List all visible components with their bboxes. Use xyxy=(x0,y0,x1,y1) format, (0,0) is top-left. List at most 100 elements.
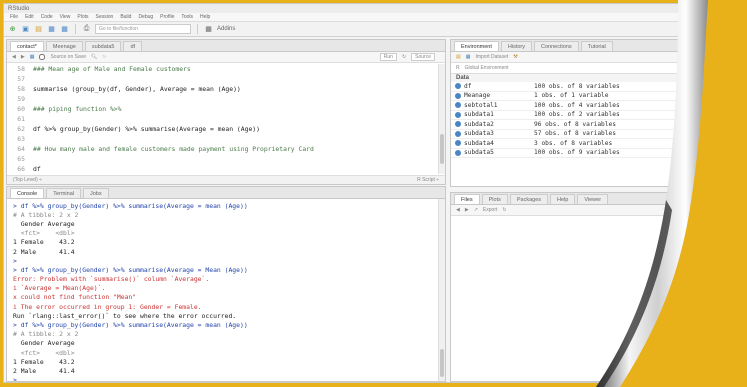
menu-item[interactable]: Session xyxy=(96,14,114,20)
save-all-icon[interactable]: ▦ xyxy=(60,25,69,34)
menu-item[interactable]: View xyxy=(60,14,71,20)
editor-tab[interactable]: subdata5 xyxy=(84,41,122,51)
menu-item[interactable]: Tools xyxy=(181,14,193,20)
menu-item[interactable]: Plots xyxy=(77,14,88,20)
code-line[interactable]: 65 xyxy=(7,154,445,164)
print-icon[interactable]: ⎙ xyxy=(82,25,91,34)
environment-row[interactable]: subdata2 96 obs. of 8 variables xyxy=(451,120,687,130)
console-line: # A tibble: 2 x 2 xyxy=(13,210,79,219)
environment-toolbar: ▤ ▦ Import Dataset ⚒ xyxy=(451,52,687,63)
code-line[interactable]: 57 xyxy=(7,74,445,84)
console-scroll-thumb[interactable] xyxy=(440,349,444,377)
forward-arrow-icon[interactable]: ▶ xyxy=(21,54,25,60)
dataframe-icon[interactable] xyxy=(455,102,461,109)
refresh-icon[interactable]: ↻ xyxy=(502,207,506,213)
forward-arrow-icon[interactable]: ▶ xyxy=(465,207,469,213)
run-button[interactable]: Run xyxy=(379,53,397,61)
menu-item[interactable]: Code xyxy=(41,14,53,20)
code-line[interactable]: 58 ### Mean age of Male and Female custom… xyxy=(7,64,445,74)
environment-row[interactable]: subdata1 100 obs. of 2 variables xyxy=(451,111,687,120)
global-environment-select[interactable]: Global Environment xyxy=(465,65,509,71)
save-icon[interactable]: ▦ xyxy=(47,25,56,34)
back-arrow-icon[interactable]: ◀ xyxy=(12,54,16,60)
console-tab[interactable]: Terminal xyxy=(46,188,81,198)
code-editor[interactable]: 58 ### Mean age of Male and Female custom… xyxy=(7,63,445,185)
environment-row[interactable]: df 100 obs. of 8 variables xyxy=(451,82,687,92)
open-file-icon[interactable]: ▤ xyxy=(34,25,43,34)
console-line: > df %>% group_by(Gender) %>% summarise(… xyxy=(13,201,248,210)
object-name: subdata5 xyxy=(464,149,494,157)
code-line[interactable]: 60 ### piping function %>% xyxy=(7,104,445,114)
code-line[interactable]: 59 xyxy=(7,94,445,104)
load-workspace-icon[interactable]: ▤ xyxy=(456,54,461,60)
editor-tab[interactable]: df xyxy=(123,41,143,51)
editor-tab[interactable]: contact* xyxy=(10,41,44,51)
environment-row[interactable]: subdata5 100 obs. of 9 variables xyxy=(451,149,687,158)
search-icon[interactable]: 🔍︎ xyxy=(91,54,97,60)
grid-icon[interactable]: ▦ xyxy=(204,25,213,34)
dataframe-icon[interactable] xyxy=(455,121,461,128)
menu-item[interactable]: Help xyxy=(200,14,210,20)
file-type-indicator[interactable]: R Script ÷ xyxy=(417,177,439,183)
import-dataset-button[interactable]: Import Dataset xyxy=(475,54,508,60)
source-button[interactable]: Source xyxy=(411,53,435,61)
back-arrow-icon[interactable]: ◀ xyxy=(456,207,460,213)
source-on-save-checkbox[interactable] xyxy=(39,54,46,60)
environment-row[interactable]: subdata4 3 obs. of 8 variables xyxy=(451,139,687,149)
dataframe-icon[interactable] xyxy=(455,149,461,156)
scope-indicator[interactable]: (Top Level) ÷ xyxy=(13,177,42,183)
files-tab[interactable]: Viewer xyxy=(577,194,609,204)
menu-item[interactable]: Build xyxy=(120,14,131,20)
save-icon[interactable]: ▦ xyxy=(30,54,35,60)
dataframe-icon[interactable] xyxy=(455,130,461,137)
dataframe-icon[interactable] xyxy=(455,83,461,90)
code-line[interactable]: 64 ## How many male and female customers … xyxy=(7,144,445,154)
environment-tab[interactable]: Connections xyxy=(534,41,579,51)
files-tab[interactable]: Plots xyxy=(481,194,508,204)
environment-tab[interactable]: Tutorial xyxy=(580,41,613,51)
code-line[interactable]: 66 df xyxy=(7,164,445,174)
broom-icon[interactable]: ⚒ xyxy=(513,54,517,60)
dataframe-icon[interactable] xyxy=(455,140,461,147)
editor-tab[interactable]: Meenage xyxy=(45,41,83,51)
addins-menu[interactable]: Addins xyxy=(217,26,235,32)
code-line[interactable]: 68 xyxy=(7,184,445,185)
environment-row[interactable]: Meanage 1 obs. of 1 variable xyxy=(451,92,687,101)
code-line[interactable]: 61 xyxy=(7,114,445,124)
files-tab[interactable]: Help xyxy=(550,194,576,204)
new-file-icon[interactable]: ⊕ xyxy=(8,25,17,34)
files-tab[interactable]: Files xyxy=(454,194,480,204)
code-text: df %>% group_by(Gender) %>% summarise(Av… xyxy=(33,125,261,133)
console-line: 1 Female 43.2 xyxy=(13,238,75,247)
zoom-icon[interactable]: ↗ xyxy=(474,207,478,213)
export-button[interactable]: Export xyxy=(483,207,497,213)
code-line[interactable]: 58 summarise (group_by(df, Gender), Avera… xyxy=(7,84,445,94)
save-workspace-icon[interactable]: ▦ xyxy=(466,54,471,60)
language-select[interactable]: R xyxy=(456,65,460,71)
data-section-header: Data xyxy=(451,74,687,82)
code-line[interactable]: 63 xyxy=(7,134,445,144)
menu-item[interactable]: Debug xyxy=(138,14,153,20)
files-tab[interactable]: Packages xyxy=(509,194,549,204)
rerun-button[interactable]: ↻ xyxy=(402,54,406,60)
environment-tab[interactable]: History xyxy=(500,41,533,51)
dataframe-icon[interactable] xyxy=(455,92,461,99)
console-scrollbar[interactable] xyxy=(438,199,445,381)
editor-scrollbar[interactable] xyxy=(438,64,445,174)
menu-item[interactable]: Profile xyxy=(160,14,174,20)
console-tab[interactable]: Console xyxy=(10,188,45,198)
dataframe-icon[interactable] xyxy=(455,111,461,118)
console-tab[interactable]: Jobs xyxy=(82,188,109,198)
environment-row[interactable]: sebtotal1 100 obs. of 4 variables xyxy=(451,101,687,111)
code-line[interactable]: 62 df %>% group_by(Gender) %>% summarise(… xyxy=(7,124,445,134)
environment-row[interactable]: subdata3 57 obs. of 8 variables xyxy=(451,130,687,139)
menu-item[interactable]: File xyxy=(10,14,18,20)
environment-tab[interactable]: Environment xyxy=(454,41,499,51)
object-name: df xyxy=(464,82,472,90)
editor-scroll-thumb[interactable] xyxy=(440,134,444,164)
goto-file-input[interactable]: Go to file/function xyxy=(95,24,191,34)
console-output[interactable]: > df %>% group_by(Gender) %>% summarise(… xyxy=(7,199,445,381)
wand-icon[interactable]: ✨︎ xyxy=(102,54,106,60)
menu-item[interactable]: Edit xyxy=(25,14,34,20)
new-project-icon[interactable]: ▣ xyxy=(21,25,30,34)
